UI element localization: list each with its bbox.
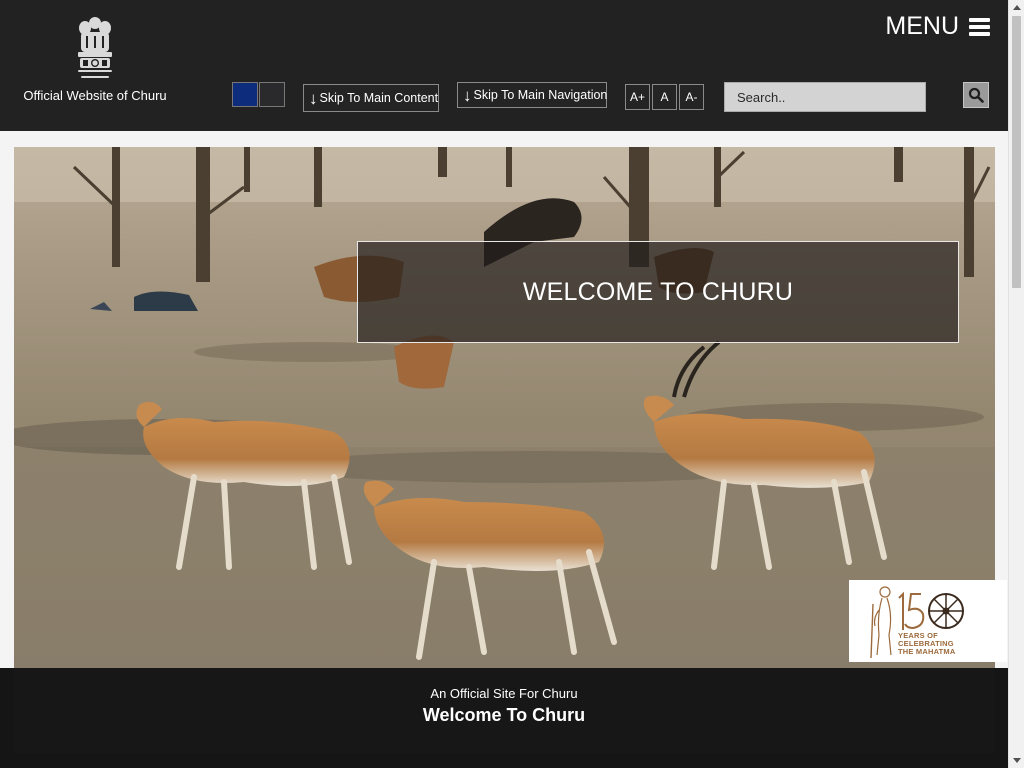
theme-blue-button[interactable] <box>232 82 258 107</box>
caption-band: An Official Site For Churu Welcome To Ch… <box>0 668 1008 768</box>
search-button[interactable] <box>963 82 989 108</box>
magnifier-icon <box>968 87 984 103</box>
down-arrow-icon: ↓ <box>309 88 318 108</box>
badge-text: YEARS OF CELEBRATING THE MAHATMA <box>898 631 956 656</box>
search-input[interactable] <box>724 82 926 112</box>
blackbuck-photo <box>14 147 995 752</box>
scroll-thumb[interactable] <box>1012 16 1021 288</box>
vertical-scrollbar[interactable] <box>1008 0 1024 768</box>
site-name: Official Website of Churu <box>23 88 167 103</box>
menu-label: MENU <box>885 12 959 40</box>
national-emblem-logo[interactable] <box>74 14 116 82</box>
font-increase-button[interactable]: A+ <box>625 84 650 110</box>
skip-to-main-navigation-link[interactable]: ↓ Skip To Main Navigation <box>457 82 607 108</box>
font-decrease-button[interactable]: A- <box>679 84 704 110</box>
scroll-up-arrow-icon[interactable] <box>1013 5 1021 10</box>
site-header: Official Website of Churu MENU ↓ Skip To… <box>0 0 1008 131</box>
gandhi-150-badge[interactable]: YEARS OF CELEBRATING THE MAHATMA <box>849 580 1007 662</box>
welcome-banner: WELCOME TO CHURU <box>357 241 959 343</box>
page: Official Website of Churu MENU ↓ Skip To… <box>0 0 1024 768</box>
font-normal-button[interactable]: A <box>652 84 677 110</box>
menu-button[interactable]: MENU <box>885 12 990 41</box>
hero-image-blackbuck <box>14 147 995 752</box>
theme-dark-button[interactable] <box>259 82 285 107</box>
skip-navigation-label: Skip To Main Navigation <box>473 88 608 102</box>
scroll-down-arrow-icon[interactable] <box>1013 758 1021 763</box>
down-arrow-icon: ↓ <box>463 85 472 105</box>
band-subtitle: An Official Site For Churu <box>430 686 578 701</box>
hamburger-icon <box>969 17 990 36</box>
band-title: Welcome To Churu <box>422 705 586 725</box>
skip-content-label: Skip To Main Content <box>319 91 439 105</box>
skip-to-main-content-link[interactable]: ↓ Skip To Main Content <box>303 84 439 112</box>
